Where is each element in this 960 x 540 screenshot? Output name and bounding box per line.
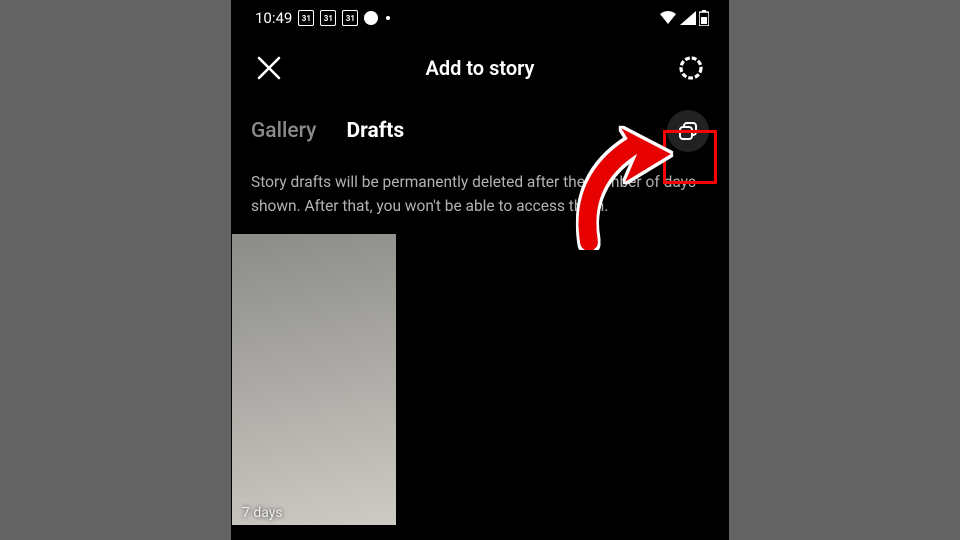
tab-drafts[interactable]: Drafts	[346, 119, 404, 143]
wifi-icon	[659, 11, 677, 25]
tabs: Gallery Drafts	[231, 100, 729, 160]
signal-icon	[680, 11, 696, 25]
multi-select-icon	[677, 120, 699, 142]
status-time: 10:49	[255, 9, 292, 27]
app-icon	[364, 11, 378, 25]
settings-button[interactable]	[671, 48, 711, 88]
status-left: 10:49 31 31 31	[255, 9, 390, 27]
header: Add to story	[231, 36, 729, 100]
multi-select-button[interactable]	[667, 110, 709, 152]
close-button[interactable]	[249, 48, 289, 88]
tab-gallery[interactable]: Gallery	[251, 119, 316, 143]
close-icon	[256, 55, 282, 81]
page-title: Add to story	[289, 56, 671, 80]
drafts-info-text: Story drafts will be permanently deleted…	[231, 160, 729, 234]
gear-icon	[677, 54, 705, 82]
thumbnails-row: 7 days	[231, 234, 729, 525]
draft-expiry-label: 7 days	[242, 505, 283, 521]
battery-icon	[699, 10, 709, 26]
calendar-icon: 31	[298, 10, 314, 26]
status-bar: 10:49 31 31 31	[231, 0, 729, 36]
draft-thumbnail[interactable]: 7 days	[232, 234, 396, 525]
status-right	[659, 10, 709, 26]
calendar-icon: 31	[320, 10, 336, 26]
more-dot-icon	[386, 16, 390, 20]
calendar-icon: 31	[342, 10, 358, 26]
phone-frame: 10:49 31 31 31 Add to story Gallery Draf…	[231, 0, 729, 540]
